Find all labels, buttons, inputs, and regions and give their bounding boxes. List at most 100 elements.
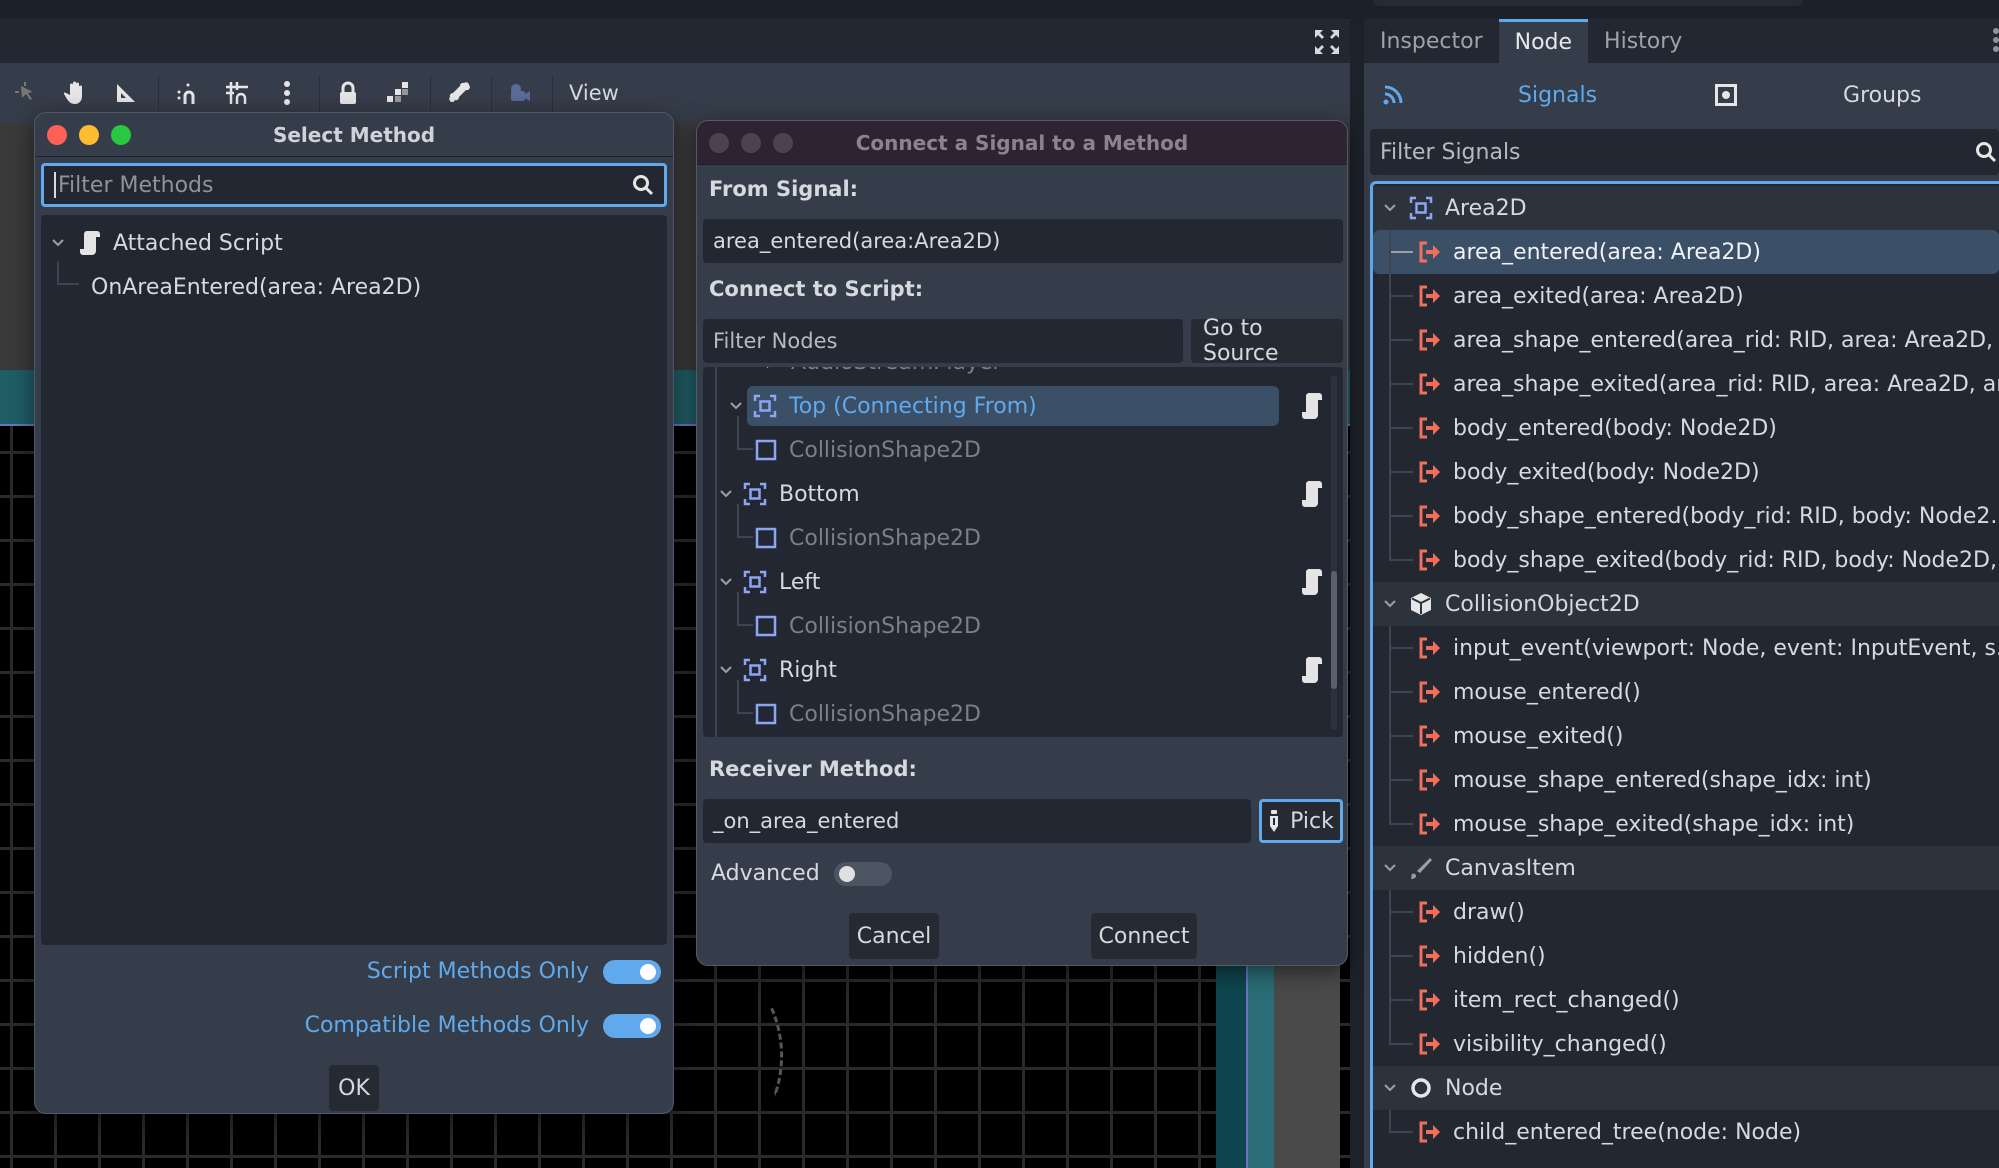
signal-item[interactable]: mouse_shape_entered(shape_idx: int): [1373, 758, 1999, 802]
signal-item[interactable]: item_rect_changed(): [1373, 978, 1999, 1022]
script-icon[interactable]: [1301, 568, 1323, 596]
signal-emit-icon: [1419, 373, 1441, 395]
signal-item[interactable]: visibility_changed(): [1373, 1022, 1999, 1066]
signal-group-collisionobject2d[interactable]: CollisionObject2D: [1373, 582, 1999, 626]
signal-item[interactable]: body_shape_exited(body_rid: RID, body: N…: [1373, 538, 1999, 582]
signal-item[interactable]: input_event(viewport: Node, event: Input…: [1373, 626, 1999, 670]
chevron-down-icon[interactable]: [1383, 861, 1397, 875]
method-tree[interactable]: Attached Script OnAreaEntered(area: Area…: [41, 215, 667, 945]
node-tree-item[interactable]: Top (Connecting From): [730, 386, 1279, 426]
filter-signals-input[interactable]: Filter Signals: [1370, 129, 1999, 175]
advanced-toggle[interactable]: Advanced: [711, 861, 892, 886]
close-button[interactable]: [47, 125, 67, 145]
camera-icon[interactable]: [502, 75, 538, 111]
maximize-button[interactable]: [111, 125, 131, 145]
node-subtabs: Signals Groups: [1364, 63, 1999, 127]
node-tree-item[interactable]: AudioStreamPlayer: [755, 367, 1002, 382]
dock-menu-icon[interactable]: [1993, 27, 1999, 53]
lock-icon[interactable]: [330, 75, 366, 111]
filter-methods-input[interactable]: Filter Methods: [41, 163, 667, 207]
maximize-button[interactable]: [773, 133, 793, 153]
node-tree-item[interactable]: Left: [719, 562, 820, 602]
compatible-methods-only-toggle[interactable]: Compatible Methods Only: [305, 1013, 661, 1038]
signal-item[interactable]: area_shape_exited(area_rid: RID, area: A…: [1373, 362, 1999, 406]
chevron-down-icon[interactable]: [719, 487, 733, 501]
signal-item[interactable]: area_shape_entered(area_rid: RID, area: …: [1373, 318, 1999, 362]
node-tree-item[interactable]: CollisionShape2D: [755, 430, 981, 470]
connect-button[interactable]: Connect: [1091, 913, 1197, 959]
ok-button[interactable]: OK: [329, 1065, 379, 1111]
signal-emit-icon: [1419, 329, 1441, 351]
signal-item[interactable]: area_exited(area: Area2D): [1373, 274, 1999, 318]
toggle-switch[interactable]: [603, 959, 661, 984]
grid-snap-icon[interactable]: [219, 75, 255, 111]
signal-item[interactable]: mouse_shape_exited(shape_idx: int): [1373, 802, 1999, 846]
signal-item[interactable]: mouse_exited(): [1373, 714, 1999, 758]
node-label: CollisionShape2D: [789, 525, 981, 551]
chevron-down-icon[interactable]: [729, 399, 743, 413]
select-method-titlebar: Select Method: [35, 113, 673, 157]
script-icon[interactable]: [1301, 480, 1323, 508]
tab-groups[interactable]: Groups: [1843, 83, 1921, 108]
tree-group-attached-script[interactable]: Attached Script: [41, 221, 667, 265]
view-menu[interactable]: View: [569, 81, 619, 105]
signal-group-area2d[interactable]: Area2D: [1373, 186, 1999, 230]
receiver-method-input[interactable]: _on_area_entered: [703, 799, 1251, 843]
minimize-button[interactable]: [741, 133, 761, 153]
eyedropper-icon: [1268, 810, 1280, 832]
node-dock: Inspector Node History Signals Groups Fi…: [1364, 19, 1999, 1168]
smart-snap-icon[interactable]: [169, 75, 205, 111]
signal-emit-icon: [1419, 901, 1441, 923]
script-methods-only-toggle[interactable]: Script Methods Only: [367, 959, 661, 984]
signal-emit-icon: [1419, 725, 1441, 747]
chevron-down-icon[interactable]: [719, 575, 733, 589]
signal-item[interactable]: hidden(): [1373, 934, 1999, 978]
group-icon[interactable]: [380, 75, 416, 111]
minimize-button[interactable]: [79, 125, 99, 145]
pan-hand-icon[interactable]: [58, 75, 94, 111]
node-tree[interactable]: AudioStreamPlayer Top (Connecting From) Co…: [703, 367, 1343, 737]
chevron-down-icon[interactable]: [1383, 597, 1397, 611]
select-icon[interactable]: [8, 75, 44, 111]
signal-item[interactable]: body_exited(body: Node2D): [1373, 450, 1999, 494]
chevron-down-icon[interactable]: [719, 663, 733, 677]
tab-history[interactable]: History: [1588, 19, 1698, 63]
ruler-icon[interactable]: [108, 75, 144, 111]
signal-item[interactable]: mouse_entered(): [1373, 670, 1999, 714]
signal-emit-icon: [1419, 769, 1441, 791]
chevron-down-icon[interactable]: [1383, 201, 1397, 215]
toggle-switch[interactable]: [833, 861, 892, 886]
script-icon[interactable]: [1301, 656, 1323, 684]
tab-node[interactable]: Node: [1498, 19, 1589, 63]
toggle-switch[interactable]: [603, 1013, 661, 1038]
more-options-icon[interactable]: [269, 75, 305, 111]
method-item[interactable]: OnAreaEntered(area: Area2D): [41, 265, 667, 309]
signal-emit-icon: [1419, 989, 1441, 1011]
tab-signals[interactable]: Signals: [1518, 83, 1597, 108]
chevron-down-icon[interactable]: [1383, 1081, 1397, 1095]
tab-inspector[interactable]: Inspector: [1364, 19, 1499, 63]
cancel-button[interactable]: Cancel: [849, 913, 939, 959]
fullscreen-icon[interactable]: [1314, 29, 1340, 55]
script-icon[interactable]: [1301, 392, 1323, 420]
signal-emit-icon: [1419, 505, 1441, 527]
node-tree-item[interactable]: CollisionShape2D: [755, 694, 981, 734]
signal-item[interactable]: body_shape_entered(body_rid: RID, body: …: [1373, 494, 1999, 538]
audio-stream-player-icon: [755, 367, 779, 370]
signal-item[interactable]: area_entered(area: Area2D): [1373, 230, 1999, 274]
signal-item[interactable]: draw(): [1373, 890, 1999, 934]
close-button[interactable]: [709, 133, 729, 153]
signal-group-canvasitem[interactable]: CanvasItem: [1373, 846, 1999, 890]
pick-button[interactable]: Pick: [1259, 799, 1343, 843]
signal-tree[interactable]: Area2D area_entered(area: Area2D) area_exi…: [1370, 181, 1999, 1168]
filter-nodes-input[interactable]: Filter Nodes: [703, 319, 1183, 363]
node-tree-item[interactable]: CollisionShape2D: [755, 518, 981, 558]
signal-item[interactable]: body_entered(body: Node2D): [1373, 406, 1999, 450]
node-tree-scrollbar[interactable]: [1331, 375, 1337, 730]
node-tree-item[interactable]: CollisionShape2D: [755, 606, 981, 646]
go-to-source-button[interactable]: Go to Source: [1191, 316, 1343, 366]
chevron-down-icon[interactable]: [51, 236, 65, 250]
signal-item[interactable]: child_entered_tree(node: Node): [1373, 1110, 1999, 1154]
bone-icon[interactable]: [441, 75, 477, 111]
signal-group-node[interactable]: Node: [1373, 1066, 1999, 1110]
